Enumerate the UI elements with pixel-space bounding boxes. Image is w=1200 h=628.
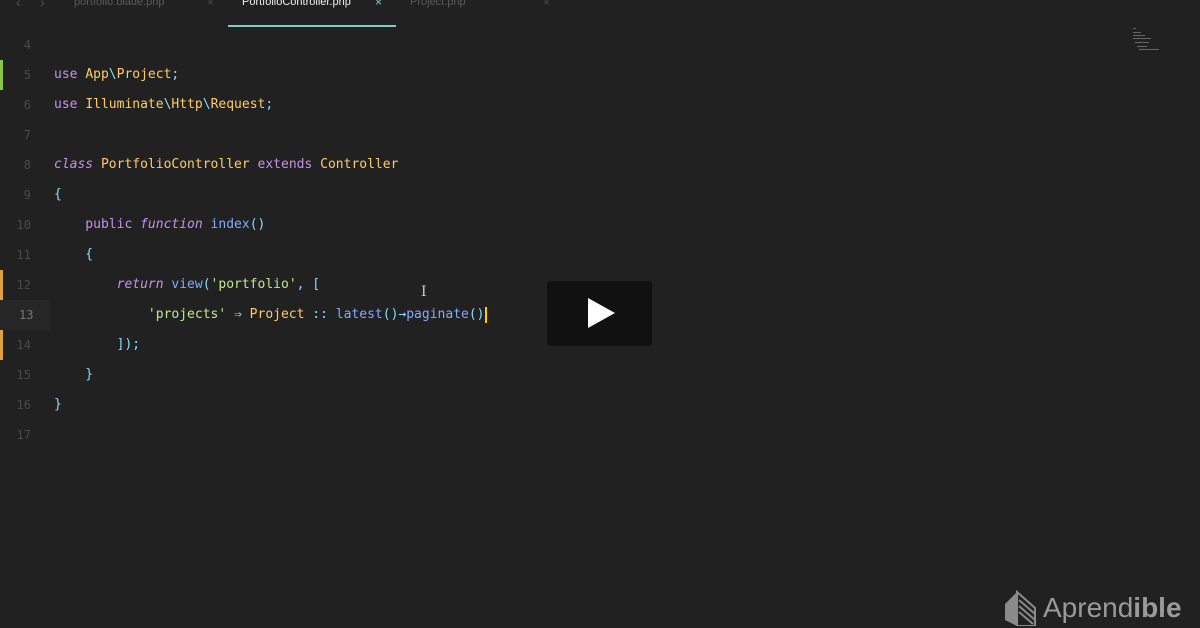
code-token: { [54, 247, 94, 262]
code-token: } [54, 397, 62, 412]
code-token: ]); [54, 337, 141, 352]
line-number: 11 [16, 248, 31, 262]
code-line[interactable]: 4 [0, 30, 1200, 60]
code-token: index [210, 217, 250, 232]
close-icon[interactable]: × [207, 0, 214, 9]
code-token: \ [108, 67, 117, 82]
tab-project[interactable]: Project.php [410, 0, 466, 8]
code-text: class PortfolioController extends Contro… [54, 150, 398, 180]
code-token: use [54, 97, 86, 112]
line-number: 4 [23, 38, 31, 52]
code-token: :: [304, 307, 336, 322]
aprendible-logo-icon [1005, 590, 1036, 626]
code-token: App [85, 67, 109, 82]
close-icon[interactable]: × [543, 0, 550, 9]
line-number: 9 [23, 188, 31, 202]
line-number: 14 [16, 338, 31, 352]
code-line[interactable]: 11 { [0, 240, 1200, 270]
code-token: extends [257, 157, 321, 172]
code-token: class [54, 157, 101, 172]
line-number: 6 [23, 98, 31, 112]
code-line[interactable]: 10 public function index() [0, 210, 1200, 240]
code-token: Project [116, 67, 172, 82]
code-line[interactable]: 6 use Illuminate\Http\Request; [0, 90, 1200, 120]
code-token: public [54, 217, 141, 232]
code-token: return [54, 277, 172, 292]
code-text: { [54, 180, 62, 210]
code-line[interactable]: 7 [0, 120, 1200, 150]
code-text: 'projects' ⇒ Project :: latest()→paginat… [54, 300, 487, 330]
code-line[interactable]: 8 class PortfolioController extends Contr… [0, 150, 1200, 180]
tab-portfolio-blade[interactable]: portfolio.blade.php [74, 0, 165, 8]
line-number: 8 [23, 158, 31, 172]
line-number: 13 [0, 300, 50, 330]
play-button[interactable] [547, 281, 652, 346]
close-icon[interactable]: × [375, 0, 382, 9]
code-token: paginate [406, 307, 469, 322]
code-text: ]); [54, 330, 140, 360]
code-line[interactable]: 15 } [0, 360, 1200, 390]
code-token: ; [265, 97, 274, 112]
line-number: 15 [16, 368, 31, 382]
forward-nav-icon[interactable]: › [40, 0, 45, 10]
code-token: Project [249, 307, 305, 322]
brand-name-part1: Aprend [1043, 592, 1134, 623]
code-text: public function index() [54, 210, 265, 240]
tab-portfolio-controller[interactable]: PortfolioController.php [242, 0, 351, 8]
code-token: view [171, 277, 203, 292]
code-text: { [54, 240, 93, 270]
code-token: use [54, 67, 86, 82]
code-token: () [468, 307, 485, 322]
code-token: { [54, 187, 62, 202]
code-token: ( [202, 277, 211, 292]
code-line[interactable]: 17 [0, 420, 1200, 450]
code-text: } [54, 360, 93, 390]
back-nav-icon[interactable]: ‹ [16, 0, 21, 10]
code-token: } [54, 367, 94, 382]
line-number: 10 [16, 218, 31, 232]
active-tab-indicator [228, 25, 396, 27]
code-text: return view('portfolio', [ [54, 270, 321, 300]
code-token: Controller [320, 157, 399, 172]
tab-bar: ‹ › portfolio.blade.php × PortfolioContr… [0, 0, 1200, 28]
code-line[interactable]: 9{ [0, 180, 1200, 210]
code-token: \ [202, 97, 211, 112]
code-token: Illuminate [85, 97, 164, 112]
brand-name-part2: ible [1133, 592, 1182, 623]
text-cursor-icon: I [421, 284, 427, 300]
code-token: () [249, 217, 266, 232]
code-token: , [ [296, 277, 321, 292]
code-line[interactable]: 5 use App\Project; [0, 60, 1200, 90]
code-line[interactable]: 16} [0, 390, 1200, 420]
code-token: Http [171, 97, 203, 112]
code-token: Request [210, 97, 266, 112]
code-token: function [140, 217, 211, 232]
line-number: 16 [16, 398, 31, 412]
code-text: } [54, 390, 62, 420]
line-number: 12 [16, 278, 31, 292]
code-token: ⇒ [226, 307, 250, 322]
code-token: PortfolioController [100, 157, 258, 172]
code-token: ; [171, 67, 180, 82]
code-text: use App\Project; [54, 60, 179, 90]
code-token: ()→ [382, 307, 407, 322]
code-token: 'projects' [54, 307, 227, 322]
line-number: 7 [23, 128, 31, 142]
code-token: latest [335, 307, 383, 322]
line-number: 17 [16, 428, 31, 442]
text-caret [484, 306, 487, 323]
code-token: 'portfolio' [210, 277, 297, 292]
code-text: use Illuminate\Http\Request; [54, 90, 273, 120]
aprendible-logo: Aprend ible [1005, 590, 1182, 626]
line-number: 5 [23, 68, 31, 82]
